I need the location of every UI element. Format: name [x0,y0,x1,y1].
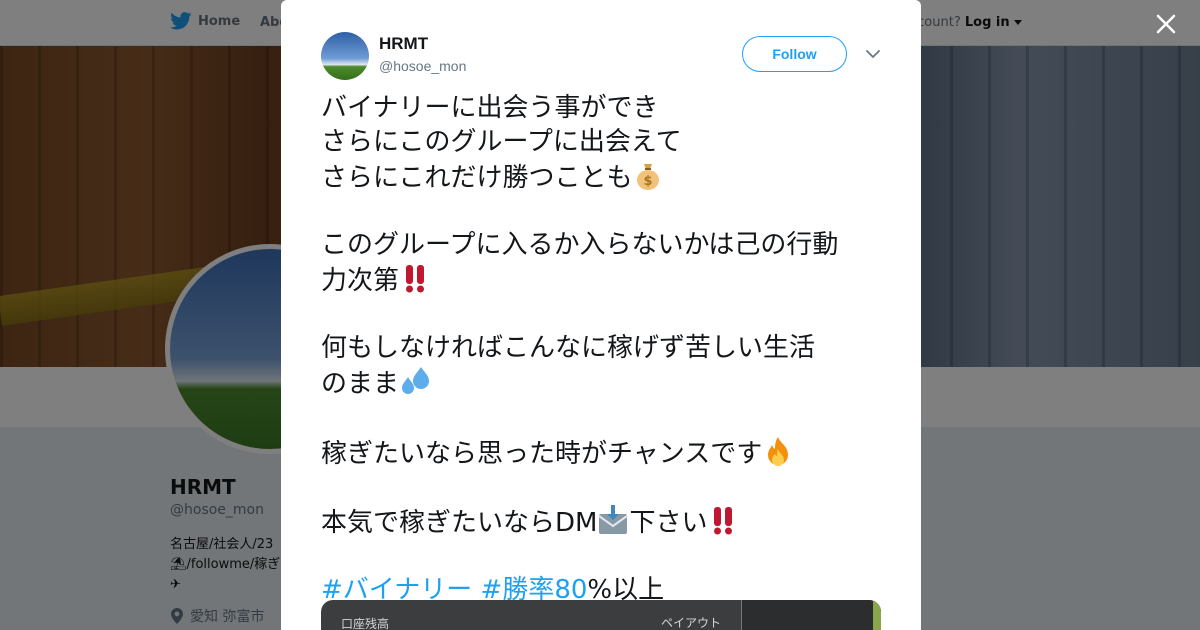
tweet-author-name[interactable]: HRMT [379,34,428,54]
tweet-modal: HRMT @hosoe_mon Follow バイナリーに出会う事ができ さらに… [281,0,921,630]
tweet-text: バイナリーに出会う事ができ さらにこのグループに出会えて さらにこれだけ勝つこと… [321,92,886,607]
tweet-line: さらにこれだけ勝つことも $ [321,159,886,196]
svg-text:$: $ [644,174,653,189]
tweet-line: のまま [321,365,886,402]
tweet-author-handle[interactable]: @hosoe_mon [379,58,466,74]
media-payout-label: ペイアウト [661,616,722,630]
media-edge [873,600,881,630]
tweet-line: 稼ぎたいなら思った時がチャンスです [321,435,886,472]
tweet-line: 何もしなければこんなに稼げず苦しい生活 [321,332,816,363]
sweat-droplets-emoji [399,365,431,397]
tweet-line: このグループに入るか入らないかは己の行動 [321,229,839,260]
double-exclamation-emoji [707,504,739,536]
tweet-options-button[interactable] [863,44,883,64]
tweet-line: バイナリーに出会う事ができ [321,93,659,123]
media-balance-label: 口座残高 [341,617,390,630]
tweet-author-avatar[interactable] [321,32,369,80]
fire-emoji [762,435,794,467]
tweet-line: さらにこのグループに出会えて [321,126,682,157]
tweet-media-image[interactable]: 口座残高 ペイアウト [321,600,881,630]
chevron-down-icon [866,50,880,58]
money-bag-emoji: $ [632,159,664,191]
inbox-tray-emoji [597,504,629,536]
tweet-line: 本気で稼ぎたいならDM 下さい [321,504,886,541]
media-right-panel [741,600,881,630]
tweet-line: 力次第 [321,262,886,299]
follow-button[interactable]: Follow [742,36,847,72]
close-button[interactable] [1152,10,1180,38]
double-exclamation-emoji [399,262,431,294]
close-icon [1156,14,1176,34]
